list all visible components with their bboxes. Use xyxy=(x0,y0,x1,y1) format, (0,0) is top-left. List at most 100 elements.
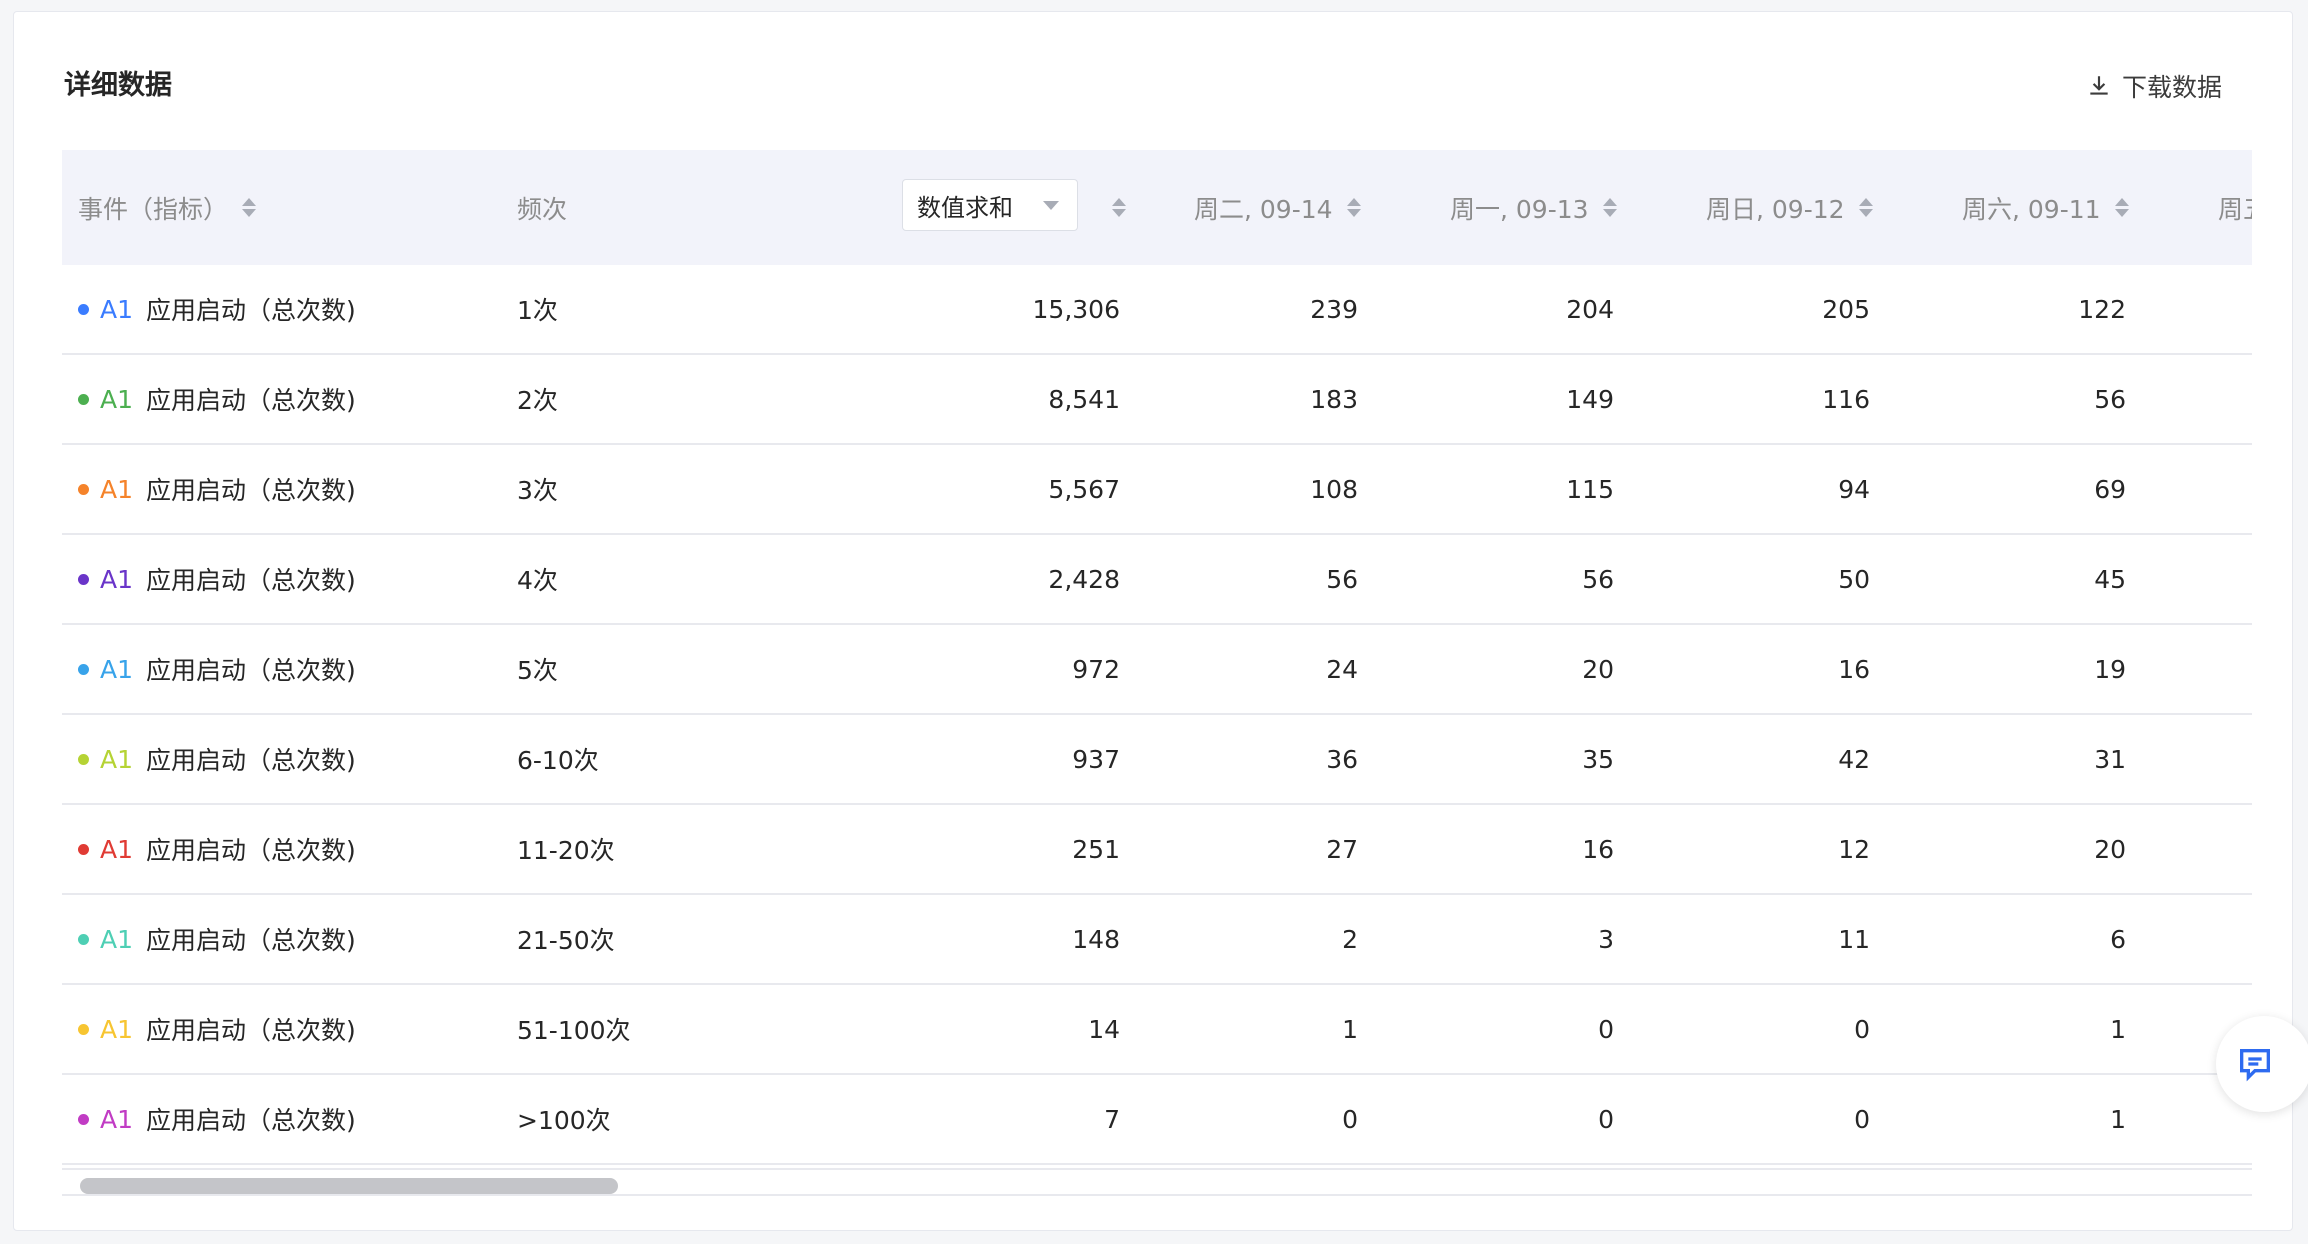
th-event[interactable]: 事件（指标） xyxy=(78,150,257,265)
scrollbar-thumb[interactable] xyxy=(80,1178,618,1194)
cell-d2: 115 xyxy=(1566,474,1614,504)
th-total-sort[interactable] xyxy=(1098,150,1126,265)
event-name: 应用启动（总次数) xyxy=(146,566,356,595)
cell-event: A1 应用启动（总次数) xyxy=(78,1075,356,1163)
table-row: A1 应用启动（总次数) 4次 2,428 56 56 50 45 xyxy=(62,535,2252,625)
cell-d4: 31 xyxy=(2094,744,2126,774)
cell-total: 972 xyxy=(1072,654,1120,684)
th-date-5[interactable]: 周五 xyxy=(2218,150,2252,265)
series-dot-icon xyxy=(78,843,89,855)
cell-d3: 205 xyxy=(1822,294,1870,324)
download-data-button[interactable]: 下载数据 xyxy=(2086,62,2222,110)
cell-d3: 11 xyxy=(1838,924,1870,954)
cell-d1: 0 xyxy=(1342,1104,1358,1134)
event-name: 应用启动（总次数) xyxy=(146,1016,356,1045)
cell-d3: 12 xyxy=(1838,834,1870,864)
cell-d2: 35 xyxy=(1582,744,1614,774)
aggregation-select[interactable]: 数值求和 xyxy=(902,179,1078,231)
series-dot-icon xyxy=(78,753,89,765)
table-row: A1 应用启动（总次数) 3次 5,567 108 115 94 69 xyxy=(62,445,2252,535)
feedback-icon xyxy=(2240,1049,2270,1082)
cell-total: 8,541 xyxy=(1048,384,1120,414)
table-row: A1 应用启动（总次数) >100次 7 0 0 0 1 xyxy=(62,1075,2252,1165)
horizontal-scrollbar[interactable] xyxy=(62,1168,2252,1196)
sort-icon[interactable] xyxy=(242,198,257,217)
th-date-4[interactable]: 周六, 09-11 xyxy=(1962,150,2129,265)
series-dot-icon xyxy=(78,303,89,315)
sort-icon[interactable] xyxy=(1112,198,1126,217)
cell-frequency: 1次 xyxy=(517,296,558,325)
th-date-2[interactable]: 周一, 09-13 xyxy=(1450,150,1617,265)
series-dot-icon xyxy=(78,393,89,405)
cell-d4: 1 xyxy=(2110,1014,2126,1044)
series-dot-icon xyxy=(78,573,89,585)
table-row: A1 应用启动（总次数) 11-20次 251 27 16 12 20 xyxy=(62,805,2252,895)
feedback-button[interactable] xyxy=(2216,1016,2308,1112)
sort-icon[interactable] xyxy=(1858,198,1873,217)
cell-event: A1 应用启动（总次数) xyxy=(78,265,356,353)
th-date-3[interactable]: 周日, 09-12 xyxy=(1706,150,1873,265)
cell-d4: 19 xyxy=(2094,654,2126,684)
cell-event: A1 应用启动（总次数) xyxy=(78,625,356,713)
cell-total: 7 xyxy=(1104,1104,1120,1134)
event-name: 应用启动（总次数) xyxy=(146,746,356,775)
cell-d3: 42 xyxy=(1838,744,1870,774)
cell-d2: 56 xyxy=(1582,564,1614,594)
sort-icon[interactable] xyxy=(1602,198,1617,217)
card-title: 详细数据 xyxy=(64,70,172,101)
cell-event: A1 应用启动（总次数) xyxy=(78,895,356,983)
table-row: A1 应用启动（总次数) 5次 972 24 20 16 19 xyxy=(62,625,2252,715)
cell-d4: 20 xyxy=(2094,834,2126,864)
cell-frequency: 51-100次 xyxy=(517,1016,631,1045)
th-frequency: 频次 xyxy=(517,150,567,265)
cell-d3: 50 xyxy=(1838,564,1870,594)
event-tag: A1 xyxy=(100,654,134,684)
cell-d2: 3 xyxy=(1598,924,1614,954)
cell-d2: 204 xyxy=(1566,294,1614,324)
table-header: 事件（指标） 频次 数值求和 周二, 09-14 周一, 09-13 周日, 0… xyxy=(62,150,2252,265)
table-row: A1 应用启动（总次数) 6-10次 937 36 35 42 31 xyxy=(62,715,2252,805)
event-name: 应用启动（总次数) xyxy=(146,386,356,415)
event-name: 应用启动（总次数) xyxy=(146,1106,356,1135)
sort-icon[interactable] xyxy=(2114,198,2129,217)
cell-d1: 1 xyxy=(1342,1014,1358,1044)
cell-d1: 27 xyxy=(1326,834,1358,864)
cell-d2: 149 xyxy=(1566,384,1614,414)
th-date-label: 周五 xyxy=(2218,194,2252,224)
series-dot-icon xyxy=(78,663,89,675)
table-row: A1 应用启动（总次数) 21-50次 148 2 3 11 6 xyxy=(62,895,2252,985)
cell-d3: 0 xyxy=(1854,1104,1870,1134)
download-icon xyxy=(2090,76,2108,95)
th-event-label: 事件（指标） xyxy=(78,194,229,224)
aggregation-select-value: 数值求和 xyxy=(917,193,1013,222)
cell-d4: 45 xyxy=(2094,564,2126,594)
event-name: 应用启动（总次数) xyxy=(146,656,356,685)
cell-frequency: 21-50次 xyxy=(517,926,615,955)
cell-d3: 0 xyxy=(1854,1014,1870,1044)
sort-icon[interactable] xyxy=(1346,198,1361,217)
cell-total: 937 xyxy=(1072,744,1120,774)
table-body: A1 应用启动（总次数) 1次 15,306 239 204 205 122 A1 应用启动（总次… xyxy=(62,265,2252,1165)
cell-event: A1 应用启动（总次数) xyxy=(78,715,356,803)
event-name: 应用启动（总次数) xyxy=(146,296,356,325)
th-date-label: 周一, 09-13 xyxy=(1450,194,1589,224)
event-tag: A1 xyxy=(100,924,134,954)
event-tag: A1 xyxy=(100,294,134,324)
chevron-down-icon xyxy=(1043,201,1059,210)
cell-event: A1 应用启动（总次数) xyxy=(78,445,356,533)
event-tag: A1 xyxy=(100,834,134,864)
th-date-label: 周六, 09-11 xyxy=(1962,194,2101,224)
cell-d2: 0 xyxy=(1598,1104,1614,1134)
cell-total: 148 xyxy=(1072,924,1120,954)
cell-event: A1 应用启动（总次数) xyxy=(78,355,356,443)
cell-d3: 94 xyxy=(1838,474,1870,504)
cell-frequency: 3次 xyxy=(517,476,558,505)
cell-d1: 2 xyxy=(1342,924,1358,954)
cell-d3: 116 xyxy=(1822,384,1870,414)
th-date-1[interactable]: 周二, 09-14 xyxy=(1194,150,1361,265)
cell-event: A1 应用启动（总次数) xyxy=(78,985,356,1073)
event-tag: A1 xyxy=(100,564,134,594)
cell-d4: 69 xyxy=(2094,474,2126,504)
series-dot-icon xyxy=(78,483,89,495)
cell-d4: 122 xyxy=(2078,294,2126,324)
